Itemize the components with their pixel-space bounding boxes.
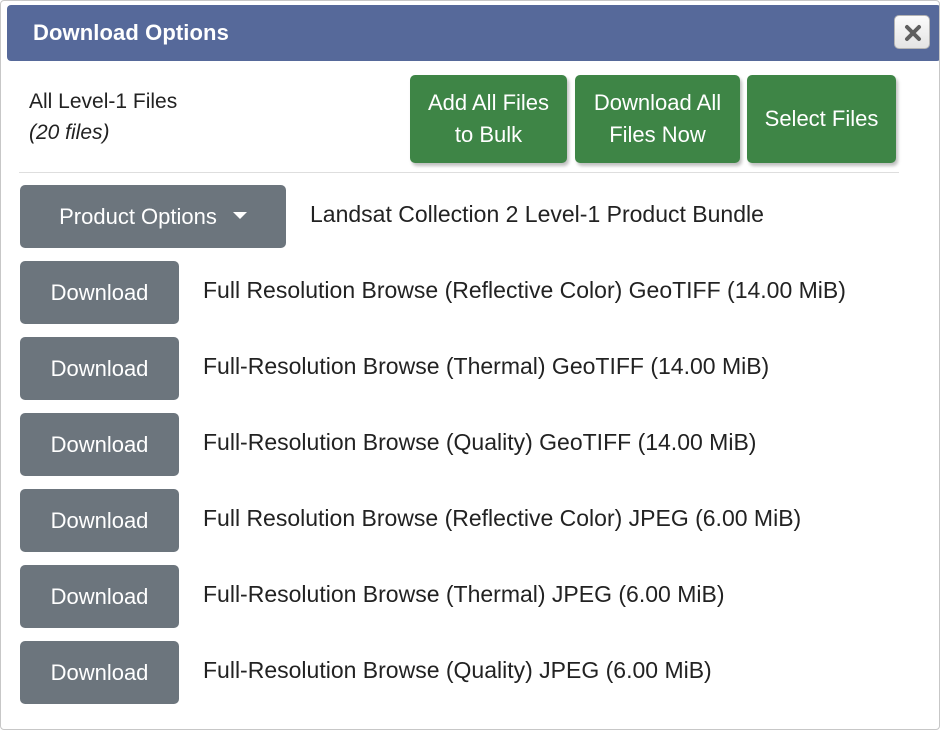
files-count: (20 files) [29,121,110,144]
file-label: Full-Resolution Browse (Quality) GeoTIFF… [203,429,757,455]
download-button[interactable]: Download [20,565,179,628]
download-all-now-label-line2: Files Now [609,122,706,147]
download-button[interactable]: Download [20,261,179,324]
file-label: Full Resolution Browse (Reflective Color… [203,505,802,531]
files-summary-title: All Level-1 Files [29,90,178,113]
download-button-label: Download [50,431,149,457]
product-options-label: Product Options [59,203,217,229]
select-files-button[interactable]: Select Files [747,75,896,163]
download-button-label: Download [50,659,149,685]
download-button[interactable]: Download [20,337,179,400]
download-button[interactable]: Download [20,489,179,552]
download-options-dialog: Download Options All Level-1 Files (20 f… [0,0,940,730]
download-button-label: Download [50,279,149,305]
select-files-label: Select Files [764,106,879,131]
close-button[interactable] [894,15,930,49]
download-all-now-label-line1: Download All [593,90,722,115]
download-button-label: Download [50,583,149,609]
add-all-to-bulk-label-line2: to Bulk [454,122,523,147]
download-button-label: Download [50,507,149,533]
close-icon [905,25,921,41]
file-label: Full-Resolution Browse (Thermal) GeoTIFF… [203,353,770,379]
file-label: Full-Resolution Browse (Thermal) JPEG (6… [203,581,725,607]
download-all-now-button[interactable]: Download All Files Now [575,75,740,163]
section-divider [19,172,899,173]
download-button[interactable]: Download [20,413,179,476]
download-button[interactable]: Download [20,641,179,704]
add-all-to-bulk-label-line1: Add All Files [427,90,550,115]
file-label: Full Resolution Browse (Reflective Color… [203,277,846,303]
download-button-label: Download [50,355,149,381]
dialog-title: Download Options [33,20,229,45]
product-options-dropdown[interactable]: Product Options [20,185,286,248]
caret-down-icon [232,212,247,219]
dialog-titlebar[interactable]: Download Options [7,5,939,61]
add-all-to-bulk-button[interactable]: Add All Files to Bulk [410,75,567,163]
product-bundle-label: Landsat Collection 2 Level-1 Product Bun… [310,201,764,227]
file-label: Full-Resolution Browse (Quality) JPEG (6… [203,657,712,683]
